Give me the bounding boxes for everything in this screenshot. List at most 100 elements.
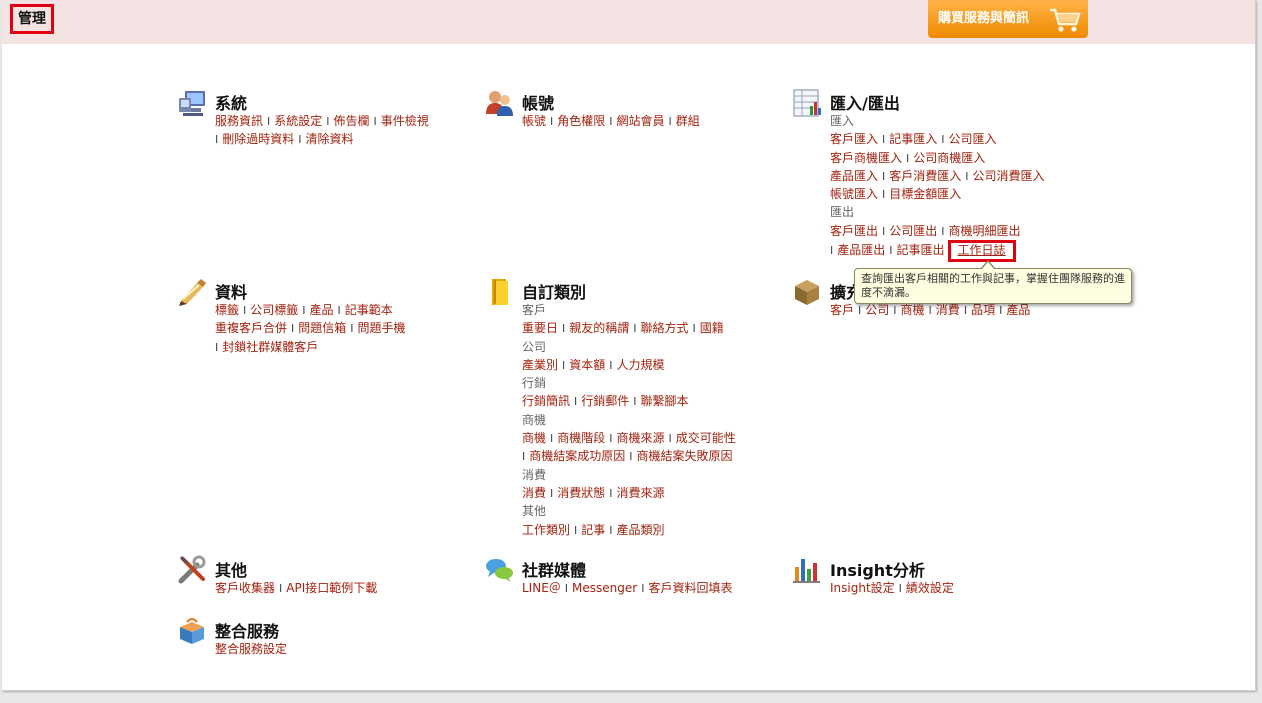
section-other-title: 其他: [215, 561, 248, 580]
link-work-category[interactable]: 工作類別: [522, 523, 570, 537]
link-nationality[interactable]: 國籍: [700, 321, 724, 335]
section-account-links: 帳號 I 角色權限 I 網站會員 I 群組: [522, 114, 700, 128]
link-contact-scripts[interactable]: 聯繫腳本: [641, 394, 689, 408]
buy-services-button[interactable]: 購買服務與簡訊: [928, 0, 1088, 38]
link-groups[interactable]: 群組: [676, 114, 700, 128]
section-data-title: 資料: [215, 283, 248, 302]
link-problem-mailbox[interactable]: 問題信箱: [298, 321, 346, 335]
link-customer-export[interactable]: 客戶匯出: [830, 224, 878, 238]
link-opportunity-source[interactable]: 商機來源: [617, 431, 665, 445]
link-bulletin-board[interactable]: 佈告欄: [334, 114, 370, 128]
link-contact-methods[interactable]: 聯絡方式: [641, 321, 689, 335]
link-relative-titles[interactable]: 親友的稱謂: [569, 321, 629, 335]
link-consumption-status[interactable]: 消費狀態: [557, 486, 605, 500]
link-tags[interactable]: 標籤: [215, 303, 239, 317]
link-line[interactable]: LINE＠: [522, 581, 561, 595]
box-icon: [795, 280, 819, 305]
link-customer-data-form[interactable]: 客戶資料回填表: [648, 581, 732, 595]
link-marketing-sms[interactable]: 行銷簡訊: [522, 394, 570, 408]
link-api-example-download[interactable]: API接口範例下載: [286, 581, 377, 595]
link-event-log[interactable]: 事件檢視: [381, 114, 429, 128]
link-note-templates[interactable]: 記事範本: [345, 303, 393, 317]
link-system-settings[interactable]: 系統設定: [274, 114, 322, 128]
section-integration-title: 整合服務: [215, 622, 280, 641]
link-win-probability[interactable]: 成交可能性: [676, 431, 736, 445]
section-social-links: LINE＠ I Messenger I 客戶資料回填表: [522, 581, 733, 595]
link-target-amount-import[interactable]: 目標金額匯入: [889, 187, 961, 201]
link-note-export[interactable]: 記事匯出: [897, 243, 945, 257]
section-system-title: 系統: [215, 94, 248, 113]
link-site-members[interactable]: 網站會員: [617, 114, 665, 128]
link-service-info[interactable]: 服務資訊: [215, 114, 263, 128]
link-block-social-customers[interactable]: 封鎖社群媒體客戶: [222, 340, 318, 354]
chat-bubbles-icon: [486, 559, 513, 582]
link-product-export[interactable]: 產品匯出: [837, 243, 885, 257]
section-social-title: 社群媒體: [522, 561, 587, 580]
link-close-loss-reason[interactable]: 商機結案失敗原因: [637, 449, 733, 463]
link-company-tags[interactable]: 公司標籤: [250, 303, 298, 317]
link-note-import[interactable]: 記事匯入: [889, 132, 937, 146]
link-industry[interactable]: 產業別: [522, 358, 558, 372]
link-products[interactable]: 產品: [310, 303, 334, 317]
section-account-title: 帳號: [522, 94, 555, 113]
link-ext-customer[interactable]: 客戶: [830, 303, 854, 317]
link-customer-import[interactable]: 客戶匯入: [830, 132, 878, 146]
link-product-category[interactable]: 產品類別: [617, 523, 665, 537]
link-ext-items[interactable]: 品項: [971, 303, 995, 317]
link-account-import[interactable]: 帳號匯入: [830, 187, 878, 201]
customer-label: 客戶: [522, 303, 547, 317]
link-ext-company[interactable]: 公司: [865, 303, 889, 317]
section-import-export-links: 匯入 客戶匯入 I 記事匯入 I 公司匯入 客戶商機匯入 I 公司商機匯入 產品匯入 I 客戶消…: [830, 112, 1080, 263]
section-integration-links: 整合服務設定: [215, 640, 465, 658]
link-company-export[interactable]: 公司匯出: [889, 224, 937, 238]
link-customer-consumption-import[interactable]: 客戶消費匯入: [889, 169, 961, 183]
link-opportunity[interactable]: 商機: [522, 431, 546, 445]
link-close-win-reason[interactable]: 商機結案成功原因: [529, 449, 625, 463]
link-problem-phone[interactable]: 問題手機: [358, 321, 406, 335]
link-capital[interactable]: 資本額: [569, 358, 605, 372]
company-label: 公司: [522, 339, 547, 354]
link-company-import[interactable]: 公司匯入: [949, 132, 997, 146]
link-consumption[interactable]: 消費: [522, 486, 546, 500]
link-performance-settings[interactable]: 績效設定: [906, 581, 954, 595]
section-insight-links: Insight設定 I 績效設定: [830, 581, 954, 595]
section-insight-title: Insight分析: [830, 561, 925, 580]
link-customer-opportunity-import[interactable]: 客戶商機匯入: [830, 151, 902, 165]
link-delete-outdated-data[interactable]: 刪除過時資料: [222, 132, 294, 146]
section-other-links: 客戶收集器 I API接口範例下載: [215, 581, 378, 595]
spreadsheet-icon: [793, 89, 821, 117]
link-opportunity-stage[interactable]: 商機階段: [557, 431, 605, 445]
link-work-log[interactable]: 工作日誌: [958, 243, 1006, 257]
top-bar: 管理 購買服務與簡訊: [2, 0, 1255, 44]
link-clear-data[interactable]: 清除資料: [306, 132, 354, 146]
link-product-import[interactable]: 產品匯入: [830, 169, 878, 183]
link-insight-settings[interactable]: Insight設定: [830, 581, 895, 595]
link-messenger[interactable]: Messenger: [572, 581, 637, 595]
link-account[interactable]: 帳號: [522, 114, 546, 128]
link-ext-consumption[interactable]: 消費: [936, 303, 960, 317]
link-role-permissions[interactable]: 角色權限: [557, 114, 605, 128]
link-merge-duplicate-customers[interactable]: 重複客戶合併: [215, 321, 287, 335]
folder-icon: [492, 279, 508, 305]
highlight-box: 工作日誌: [947, 240, 1016, 263]
link-customer-collector[interactable]: 客戶收集器: [215, 581, 275, 595]
link-marketing-email[interactable]: 行銷郵件: [581, 394, 629, 408]
shopping-cart-icon: [1050, 8, 1081, 32]
section-data-links: 標籤 I 公司標籤 I 產品 I 記事範本 重複客戶合併 I 問題信箱 I 問題手機 I 封鎖社群媒體…: [215, 303, 406, 354]
link-integration-settings[interactable]: 整合服務設定: [215, 642, 287, 656]
link-important-days[interactable]: 重要日: [522, 321, 558, 335]
link-note[interactable]: 記事: [581, 523, 605, 537]
section-system-links: 服務資訊 I 系統設定 I 佈告欄 I 事件檢視 I 刪除過時資料 I 清除資料: [215, 114, 429, 147]
computer-icon: [179, 91, 205, 116]
link-opportunity-detail-export[interactable]: 商機明細匯出: [949, 224, 1021, 238]
link-workforce-size[interactable]: 人力規模: [617, 358, 665, 372]
section-custom-categories-title: 自訂類別: [522, 283, 587, 302]
link-company-consumption-import[interactable]: 公司消費匯入: [973, 169, 1045, 183]
link-ext-products[interactable]: 產品: [1006, 303, 1030, 317]
link-company-opportunity-import[interactable]: 公司商機匯入: [913, 151, 985, 165]
link-ext-opportunity[interactable]: 商機: [901, 303, 925, 317]
import-label: 匯入: [830, 114, 855, 128]
link-consumption-source[interactable]: 消費來源: [617, 486, 665, 500]
page-title: 管理: [10, 4, 54, 34]
marketing-label: 行銷: [522, 376, 547, 391]
